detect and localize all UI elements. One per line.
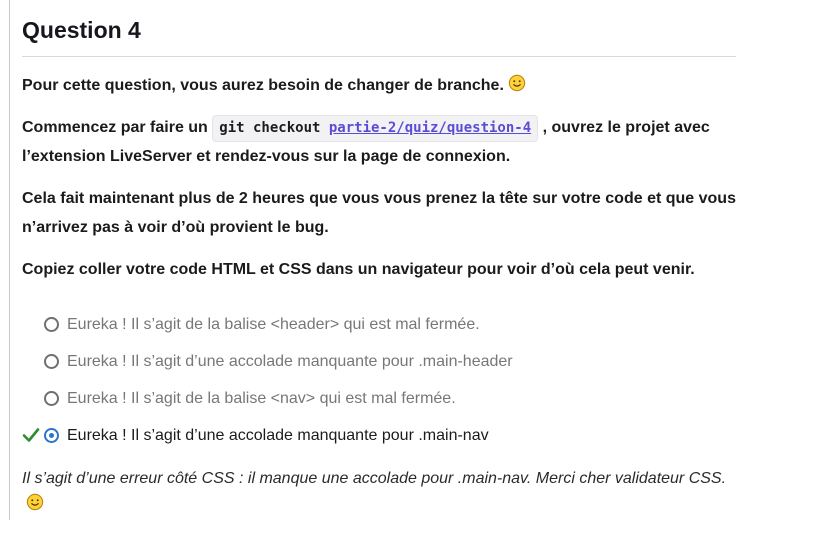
radio-button-checked[interactable]	[44, 428, 59, 443]
radio-button[interactable]	[44, 391, 59, 406]
answer-option[interactable]: Eureka ! Il s’agit d’une accolade manqua…	[22, 343, 738, 380]
answer-label: Eureka ! Il s’agit de la balise <nav> qu…	[67, 389, 456, 407]
answer-option[interactable]: Eureka ! Il s’agit de la balise <nav> qu…	[22, 380, 738, 417]
context-paragraph: Cela fait maintenant plus de 2 heures qu…	[22, 190, 736, 236]
git-command: git checkout	[219, 120, 329, 136]
git-command-code: git checkout partie-2/quiz/question-4	[212, 115, 539, 142]
instruction-text-before: Commencez par faire un	[22, 119, 213, 136]
checkmark-icon	[22, 428, 40, 442]
smiley-icon	[26, 493, 44, 511]
question-title: Question 4	[22, 0, 736, 57]
answer-options: Eureka ! Il s’agit de la balise <header>…	[22, 306, 738, 454]
question-block: Question 4 Pour cette question, vous aur…	[22, 0, 738, 518]
answer-label: Eureka ! Il s’agit d’une accolade manqua…	[67, 352, 513, 370]
question-intro: Pour cette question, vous aurez besoin d…	[22, 71, 738, 100]
explanation: Il s’agit d’une erreur côté CSS : il man…	[22, 466, 738, 518]
answer-label: Eureka ! Il s’agit d’une accolade manqua…	[67, 426, 489, 444]
radio-button[interactable]	[44, 354, 59, 369]
instruction-paragraph: Commencez par faire un git checkout part…	[22, 113, 738, 171]
answer-label: Eureka ! Il s’agit de la balise <header>…	[67, 315, 480, 333]
left-border	[9, 0, 10, 520]
explanation-text: Il s’agit d’une erreur côté CSS : il man…	[22, 470, 727, 487]
smiley-icon	[508, 74, 526, 92]
answer-option-selected[interactable]: Eureka ! Il s’agit d’une accolade manqua…	[22, 417, 738, 454]
branch-link[interactable]: partie-2/quiz/question-4	[329, 120, 531, 136]
answer-option[interactable]: Eureka ! Il s’agit de la balise <header>…	[22, 306, 738, 343]
task-paragraph: Copiez coller votre code HTML et CSS dan…	[22, 261, 695, 278]
radio-button[interactable]	[44, 317, 59, 332]
intro-text: Pour cette question, vous aurez besoin d…	[22, 77, 504, 94]
